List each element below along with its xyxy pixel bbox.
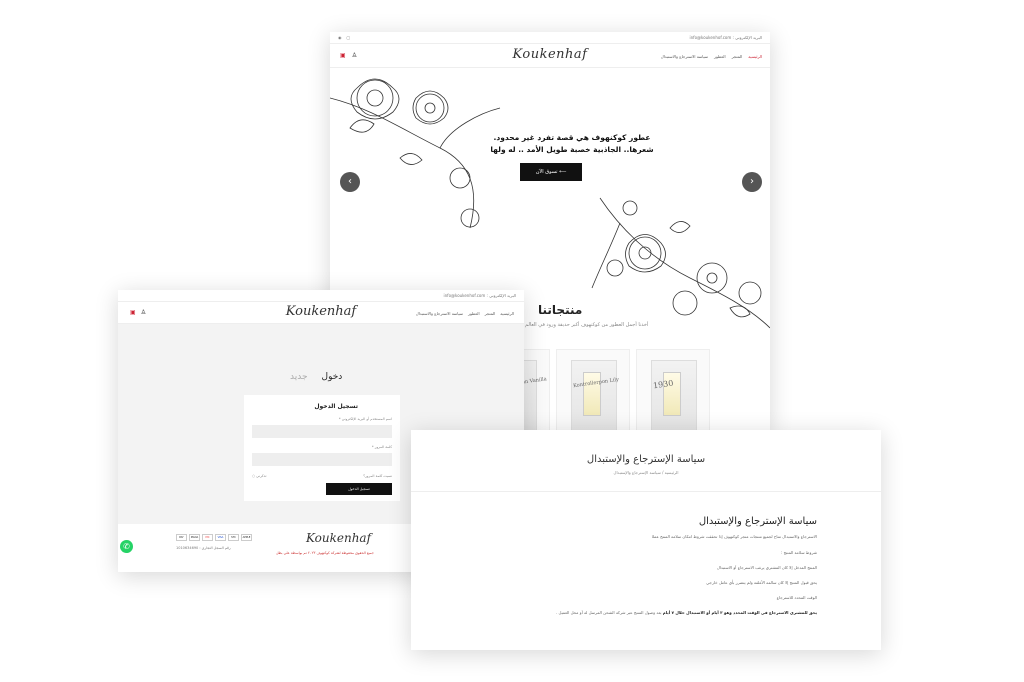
- payment-logo: APPLE: [241, 534, 252, 541]
- login-submit-button[interactable]: تسجيل الدخول: [326, 483, 392, 495]
- page-title: سياسة الإسترجاع والإستبدال: [586, 454, 706, 465]
- nav-item-perfumes[interactable]: العطور: [714, 54, 726, 59]
- copyright: جميع الحقوق محفوظة لشركة كوكنهوف ٢٠٢٣ تم…: [276, 551, 374, 555]
- payment-logo: PAY: [176, 534, 187, 541]
- nav-menu: الرئيسية المتجر العطور سياسة الاسترجاع و…: [661, 54, 762, 59]
- tax-number: رقم السجل التجاري : 1010634690: [176, 546, 231, 550]
- payment-logo: STC: [228, 534, 239, 541]
- payment-logo: VISA: [215, 534, 226, 541]
- tab-login[interactable]: دخول: [322, 372, 343, 382]
- nav-menu: الرئيسية المتجر العطور سياسة الاسترجاع و…: [416, 311, 514, 316]
- slider-prev-button[interactable]: ‹: [340, 172, 360, 192]
- policy-paragraph: الوقت المحدد للاسترجاع: [776, 595, 817, 600]
- contact-email: البريد الإلكتروني : info@koukenhof.com: [689, 35, 762, 40]
- top-bar: البريد الإلكتروني : info@koukenhof.com: [118, 290, 524, 302]
- chevron-right-icon: ›: [750, 176, 754, 187]
- policy-paragraph: يحق للمشتري الاسترجاع في الوقت المحدد وه…: [556, 610, 817, 615]
- product-card[interactable]: 1930: [636, 349, 710, 432]
- username-input[interactable]: [252, 425, 392, 438]
- instagram-icon[interactable]: ▢: [347, 35, 351, 40]
- main-nav: ▣ ♙ Koukenhaf الرئيسية المتجر العطور سيا…: [118, 302, 524, 324]
- username-label: اسم المستخدم أو البريد الإلكتروني *: [338, 417, 392, 421]
- nav-icons: ▣ ♙: [130, 309, 146, 316]
- logo[interactable]: Koukenhaf: [513, 47, 588, 62]
- user-icon[interactable]: ♙: [352, 52, 357, 59]
- policy-page-screenshot: سياسة الإسترجاع والإستبدال الرئيسية / سي…: [411, 430, 881, 650]
- login-card: تسجيل الدخول اسم المستخدم أو البريد الإل…: [244, 395, 400, 501]
- main-nav: ▣ ♙ Koukenhaf الرئيسية المتجر العطور سيا…: [330, 44, 770, 68]
- chevron-left-icon: ‹: [348, 176, 352, 187]
- top-bar: ◉ ▢ البريد الإلكتروني : info@koukenhof.c…: [330, 32, 770, 44]
- logo[interactable]: Koukenhaf: [286, 304, 356, 319]
- cart-icon[interactable]: ▣: [340, 52, 346, 59]
- whatsapp-icon[interactable]: ◉: [338, 35, 342, 40]
- password-input[interactable]: [252, 453, 392, 466]
- payment-logo: MC: [202, 534, 213, 541]
- breadcrumb[interactable]: الرئيسية / سياسة الإسترجاع والإستبدال: [411, 470, 881, 475]
- whatsapp-icon: ✆: [123, 542, 130, 551]
- remember-me-label: تذكرني: [256, 474, 267, 478]
- login-card-title: تسجيل الدخول: [314, 403, 358, 410]
- slider-next-button[interactable]: ›: [742, 172, 762, 192]
- contact-email: البريد الإلكتروني : info@koukenhof.com: [443, 293, 516, 298]
- policy-paragraph-rest: بعد وصول المنتج عبر شركة الشحن المرسل له…: [556, 610, 663, 615]
- password-label: كلمة المرور *: [371, 445, 392, 449]
- remember-me-checkbox[interactable]: ○ تذكرني: [252, 474, 266, 478]
- product-card[interactable]: Kontrollerpon Lily: [556, 349, 630, 432]
- nav-item-shop[interactable]: المتجر: [732, 54, 743, 59]
- nav-item-perfumes[interactable]: العطور: [468, 311, 480, 316]
- footer-logo: Koukenhaf: [306, 531, 372, 545]
- hero-text: عطور كوكنهوف هي قصة تفرد غير محدود. شعره…: [490, 133, 654, 154]
- social-links: ◉ ▢: [338, 35, 350, 40]
- shop-now-button[interactable]: تسوق الآن ⟵: [520, 163, 582, 181]
- policy-heading: سياسة الإسترجاع والإستبدال: [698, 516, 817, 527]
- nav-item-home[interactable]: الرئيسية: [500, 311, 514, 316]
- lost-password-link[interactable]: نسيت كلمة المرور؟: [363, 474, 392, 478]
- policy-paragraph: شروط سلامة المنتج :: [780, 550, 817, 555]
- products-title: منتجاتنا: [538, 303, 583, 317]
- whatsapp-float-button[interactable]: ✆: [120, 540, 133, 553]
- user-icon[interactable]: ♙: [141, 309, 146, 316]
- nav-icons: ▣ ♙: [340, 52, 357, 59]
- policy-paragraph: يحق قبول المنتج إلا كان سالمه الأغلفة ول…: [706, 580, 817, 585]
- policy-paragraph: الاسترجاع والاستبدال متاح لجميع منتجات م…: [651, 534, 817, 539]
- policy-paragraph-bold: يحق للمشتري الاسترجاع في الوقت المحدد وه…: [662, 610, 817, 615]
- nav-item-home[interactable]: الرئيسية: [748, 54, 762, 59]
- tab-register[interactable]: جديد: [290, 372, 308, 382]
- policy-paragraph: المنتج المدخل إلا كان المشتري يرغب الاست…: [716, 565, 817, 570]
- nav-item-shop[interactable]: المتجر: [485, 311, 496, 316]
- payment-methods: PAY MADA MC VISA STC APPLE: [176, 534, 252, 541]
- nav-item-policy[interactable]: سياسة الاسترجاع والاستبدال: [661, 54, 708, 59]
- cart-icon[interactable]: ▣: [130, 309, 136, 316]
- products-subtitle: أخذنا أجمل العطور من كوكنهوف أكبر حديقة …: [525, 322, 649, 328]
- nav-item-policy[interactable]: سياسة الاسترجاع والاستبدال: [416, 311, 463, 316]
- payment-logo: MADA: [189, 534, 200, 541]
- login-tabs: دخول جديد: [290, 372, 342, 382]
